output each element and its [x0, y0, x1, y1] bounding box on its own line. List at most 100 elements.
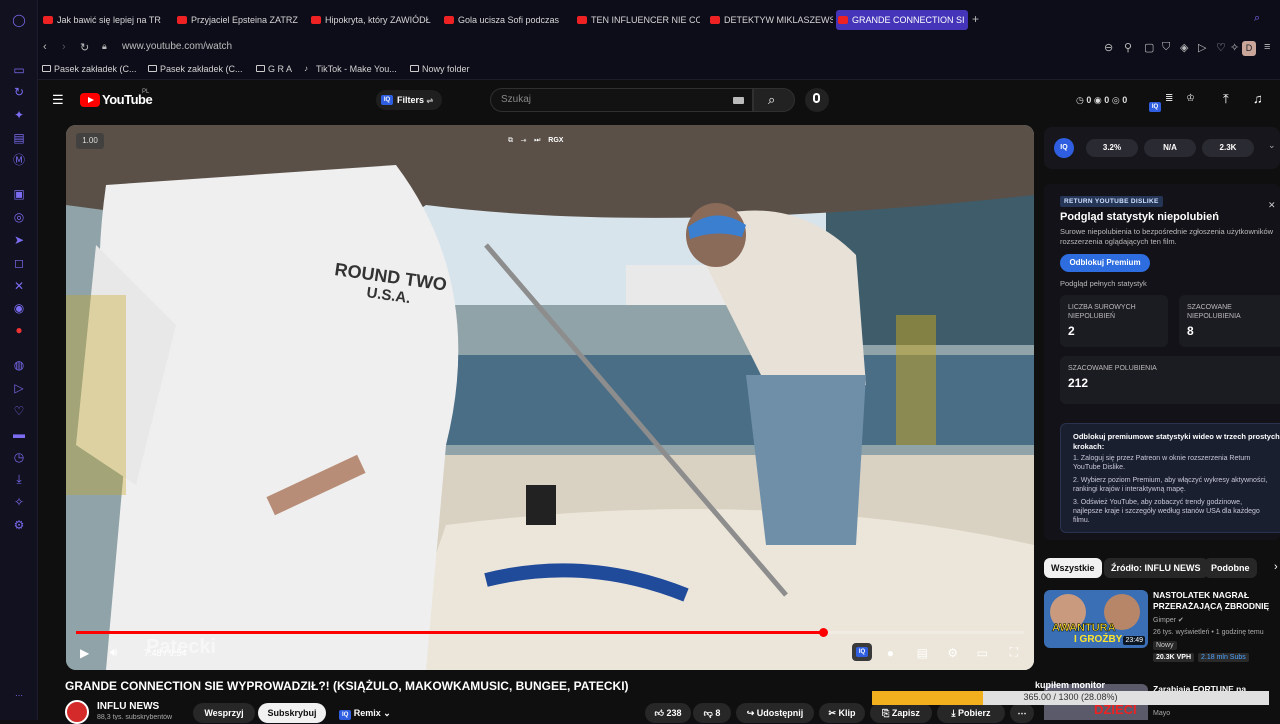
stat-pill[interactable]: 3.2%: [1086, 139, 1138, 157]
clip-button[interactable]: ✂ Klip: [819, 703, 865, 723]
sidebar-yt-icon[interactable]: ●: [11, 322, 27, 338]
iq-player-button[interactable]: IQ: [852, 643, 872, 661]
search-input[interactable]: Szukaj: [490, 88, 753, 112]
related-channel[interactable]: Gimper ✔: [1153, 616, 1184, 624]
sidebar-discord-icon[interactable]: ◉: [11, 300, 27, 316]
back-icon[interactable]: ‹: [43, 41, 47, 53]
shield-icon[interactable]: ⛉: [1162, 41, 1170, 54]
channel-name[interactable]: INFLU NEWS: [97, 701, 159, 712]
hamburger-menu-icon[interactable]: ☰: [52, 92, 64, 108]
snapshot-icon[interactable]: ▢: [1144, 41, 1154, 54]
chip-source[interactable]: Źródło: INFLU NEWS: [1104, 558, 1208, 578]
menu-icon[interactable]: ≡: [1264, 41, 1270, 53]
upload-icon[interactable]: ⤒: [1223, 91, 1229, 107]
volume-icon[interactable]: 🔊︎: [110, 645, 118, 660]
tab-2[interactable]: Hipokryta, który ZAWIÓDŁ: [309, 10, 434, 30]
iq-logo-icon[interactable]: IQ: [1054, 138, 1074, 158]
sidebar-download-icon[interactable]: ⤓: [11, 471, 27, 487]
related-channel[interactable]: Mayo: [1153, 710, 1170, 717]
skip-icon[interactable]: ⏭︎: [534, 137, 540, 144]
bookmark-folder[interactable]: Nowy folder: [410, 64, 470, 74]
pin-icon[interactable]: ⚲: [1124, 41, 1132, 54]
close-icon[interactable]: ✕: [1268, 200, 1276, 211]
sidebar-spotify-icon[interactable]: ◍: [11, 357, 27, 373]
subtitles-icon[interactable]: ▤: [917, 646, 928, 660]
bookmark-tiktok[interactable]: ♪TikTok - Make You...: [304, 64, 397, 74]
sidebar-x-icon[interactable]: ✕: [11, 278, 27, 294]
chip-similar[interactable]: Podobne: [1204, 558, 1257, 578]
sidebar-wallet-icon[interactable]: ▬: [11, 426, 27, 442]
keyboard-icon[interactable]: [733, 97, 744, 104]
sidebar-instagram-icon[interactable]: ◻: [11, 255, 27, 271]
bookmark-folder[interactable]: Pasek zakładek (C...: [42, 64, 137, 74]
fullscreen-icon[interactable]: ⛶: [1010, 645, 1018, 660]
sidebar-settings-icon[interactable]: ⚙: [11, 517, 27, 533]
bookmark-folder[interactable]: Pasek zakładek (C...: [148, 64, 243, 74]
tab-active[interactable]: GRANDE CONNECTION SI: [836, 10, 968, 30]
play-icon[interactable]: ▶: [80, 646, 89, 660]
new-tab-button[interactable]: +: [972, 12, 979, 26]
forward-icon[interactable]: ›: [62, 41, 66, 53]
unlock-premium-button[interactable]: Odblokuj Premium: [1060, 254, 1150, 272]
download-button[interactable]: ⤓ Pobierz: [937, 703, 1005, 723]
pip-icon[interactable]: ⧉: [508, 137, 513, 144]
sidebar-m-icon[interactable]: Ⓜ: [11, 152, 27, 168]
tab-3[interactable]: Gola ucisza Sofi podczas: [442, 10, 567, 30]
related-title[interactable]: NASTOLATEK NAGRAŁ PRZERAŻAJĄCĄ ZBRODNIĘ: [1153, 590, 1273, 612]
settings-gear-icon[interactable]: ⚙: [947, 646, 958, 660]
list-icon[interactable]: ≣: [1165, 93, 1173, 104]
voice-search-button[interactable]: [805, 88, 829, 112]
support-button[interactable]: Wesprzyj: [193, 703, 255, 723]
sidebar-game-icon[interactable]: ▤: [11, 130, 27, 146]
remix-button[interactable]: IQ Remix ⌄: [333, 703, 397, 723]
sidebar-panel-icon[interactable]: ▭: [11, 62, 27, 78]
sidebar-refresh-icon[interactable]: ↻: [11, 84, 27, 100]
profile-avatar[interactable]: D: [1242, 41, 1256, 56]
sidebar-extensions-icon[interactable]: ✧: [11, 494, 27, 510]
theater-mode-icon[interactable]: ▭: [977, 646, 988, 660]
search-tabs-icon[interactable]: ⌕: [1254, 12, 1260, 25]
tab-5[interactable]: DETEKTYW MIKLASZEWS: [708, 10, 833, 30]
video-player[interactable]: ROUND TWO U.S.A. Patecki 1.00 ⧉ ⇥ ⏭︎ RGX…: [66, 125, 1034, 670]
stat-pill[interactable]: 2.3K: [1202, 139, 1254, 157]
tab-0[interactable]: Jak bawić się lepiej na TR: [41, 10, 166, 30]
save-button[interactable]: ⎘ Zapisz: [870, 703, 932, 723]
tab-1[interactable]: Przyjaciel Epsteina ZATRZ: [175, 10, 300, 30]
sidebar-twitch-icon[interactable]: ▣: [11, 186, 27, 202]
sidebar-messenger-icon[interactable]: ◎: [11, 209, 27, 225]
sidebar-more-icon[interactable]: ⋯: [11, 688, 27, 704]
iq-header-button[interactable]: IQ: [1149, 95, 1161, 113]
sidebar-telegram-icon[interactable]: ➤: [11, 232, 27, 248]
enter-icon[interactable]: ⇥: [521, 137, 527, 144]
bookmark-folder[interactable]: G R A: [256, 64, 292, 74]
progress-scrubber[interactable]: [819, 628, 828, 637]
sidebar-heart-icon[interactable]: ♡: [11, 403, 27, 419]
playback-speed-badge[interactable]: 1.00: [76, 133, 104, 149]
search-button[interactable]: ⌕: [753, 88, 795, 112]
stat-pill[interactable]: N/A: [1144, 139, 1196, 157]
record-icon[interactable]: ●: [887, 646, 894, 660]
tab-4[interactable]: TEN INFLUENCER NIE CO: [575, 10, 700, 30]
notifications-bell-icon[interactable]: ♫: [1253, 91, 1263, 106]
more-actions-button[interactable]: ⋯: [1010, 703, 1034, 723]
subscribe-button[interactable]: Subskrybuj: [258, 703, 326, 723]
opera-logo-icon[interactable]: ◯: [11, 12, 27, 28]
share-button[interactable]: ↪ Udostępnij: [736, 703, 814, 723]
trophy-icon[interactable]: ♔: [1186, 93, 1195, 104]
chevron-down-icon[interactable]: ⌄: [1268, 140, 1276, 151]
dislike-button[interactable]: 👎︎ 8: [693, 703, 731, 723]
sidebar-history-icon[interactable]: ◷: [11, 449, 27, 465]
chevron-right-icon[interactable]: ›: [1274, 561, 1278, 573]
like-button[interactable]: 👍︎ 238: [645, 703, 691, 723]
url-field[interactable]: www.youtube.com/watch: [122, 41, 232, 52]
zoom-icon[interactable]: ⊖: [1104, 41, 1113, 54]
heart-icon[interactable]: ♡: [1216, 41, 1226, 54]
related-thumbnail[interactable]: AWANTURA I GROŹBY 23:49: [1044, 590, 1148, 648]
chip-all[interactable]: Wszystkie: [1044, 558, 1102, 578]
filters-button[interactable]: IQ Filters ⇌: [376, 90, 442, 110]
reload-icon[interactable]: ↻: [80, 41, 89, 54]
channel-avatar[interactable]: [65, 700, 89, 724]
extensions-icon[interactable]: ✧: [1230, 41, 1239, 54]
play-icon[interactable]: ▷: [1198, 41, 1206, 54]
sidebar-ai-icon[interactable]: ✦: [11, 107, 27, 123]
